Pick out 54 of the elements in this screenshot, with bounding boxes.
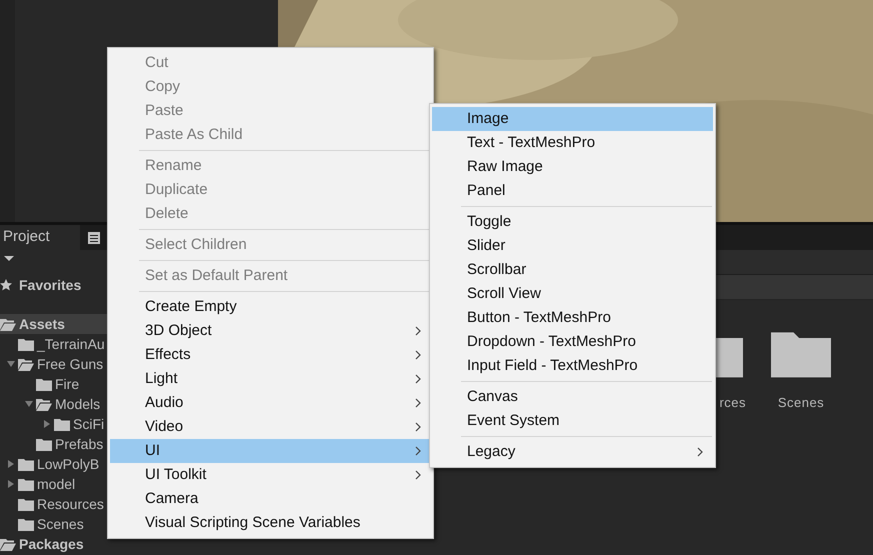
tree-item-label[interactable]: SciFi xyxy=(73,414,104,434)
folder-label[interactable]: Scenes xyxy=(778,393,824,412)
menu-item[interactable]: Visual Scripting Scene Variables xyxy=(110,511,431,535)
folder-icon xyxy=(18,498,34,510)
tree-item-label[interactable]: Free Guns xyxy=(37,354,104,374)
folder-icon xyxy=(18,518,34,530)
dropdown-arrow-icon[interactable] xyxy=(4,256,14,261)
open-folder-icon xyxy=(36,398,52,410)
tree-item-label[interactable]: Scenes xyxy=(37,514,84,534)
menu-item[interactable]: Event System xyxy=(432,409,713,433)
tree-item-label[interactable]: LowPolyB xyxy=(37,454,100,474)
menu-item[interactable]: Audio xyxy=(110,391,431,415)
folder-icon xyxy=(54,418,70,430)
tree-item-label[interactable]: Prefabs xyxy=(55,434,104,454)
menu-item[interactable]: Button - TextMeshPro xyxy=(432,306,713,330)
project-tab[interactable]: Project xyxy=(0,225,80,250)
menu-item[interactable]: Image xyxy=(432,107,713,131)
tree-item-label[interactable]: Models xyxy=(55,394,100,414)
menu-item[interactable]: UI xyxy=(110,439,431,463)
menu-item[interactable]: Toggle xyxy=(432,210,713,234)
folder-label[interactable]: rces xyxy=(719,393,746,412)
menu-item[interactable]: Input Field - TextMeshPro xyxy=(432,354,713,378)
menu-item[interactable]: Dropdown - TextMeshPro xyxy=(432,330,713,354)
tree-item-label[interactable]: Assets xyxy=(19,314,65,334)
menu-item[interactable]: 3D Object xyxy=(110,319,431,343)
menu-item[interactable]: Legacy xyxy=(432,440,713,464)
menu-item[interactable]: Scroll View xyxy=(432,282,713,306)
tree-row-highlight[interactable]: Assets xyxy=(0,314,107,334)
menu-item[interactable]: Raw Image xyxy=(432,155,713,179)
menu-item[interactable]: Scrollbar xyxy=(432,258,713,282)
menu-item[interactable]: UI Toolkit xyxy=(110,463,431,487)
menu-item[interactable]: Light xyxy=(110,367,431,391)
tree-item-label[interactable]: Resources xyxy=(37,494,104,514)
tree-item-label[interactable]: Packages xyxy=(19,534,84,554)
tree-item-label[interactable]: _TerrainAu xyxy=(37,334,105,354)
tree-item-label[interactable]: model xyxy=(37,474,76,494)
menu-icon[interactable] xyxy=(88,232,100,244)
menu-item[interactable]: Canvas xyxy=(432,385,713,409)
menu-item[interactable]: Text - TextMeshPro xyxy=(432,131,713,155)
tree-item-label[interactable]: Fire xyxy=(55,374,80,394)
menu-item[interactable]: Create Empty xyxy=(110,295,431,319)
folder-icon xyxy=(18,478,34,490)
open-folder-icon xyxy=(18,358,34,370)
folder-icon xyxy=(36,378,52,390)
folder-icon xyxy=(18,338,34,350)
menu-item[interactable]: Camera xyxy=(110,487,431,511)
star-icon xyxy=(0,279,12,291)
menu-item[interactable]: Video xyxy=(110,415,431,439)
menu-item[interactable]: Panel xyxy=(432,179,713,203)
folder-icon xyxy=(36,438,52,450)
menu-item[interactable]: Effects xyxy=(110,343,431,367)
favorites-label[interactable]: Favorites xyxy=(19,274,82,296)
menu-item[interactable]: Slider xyxy=(432,234,713,258)
folder-icon xyxy=(18,458,34,470)
